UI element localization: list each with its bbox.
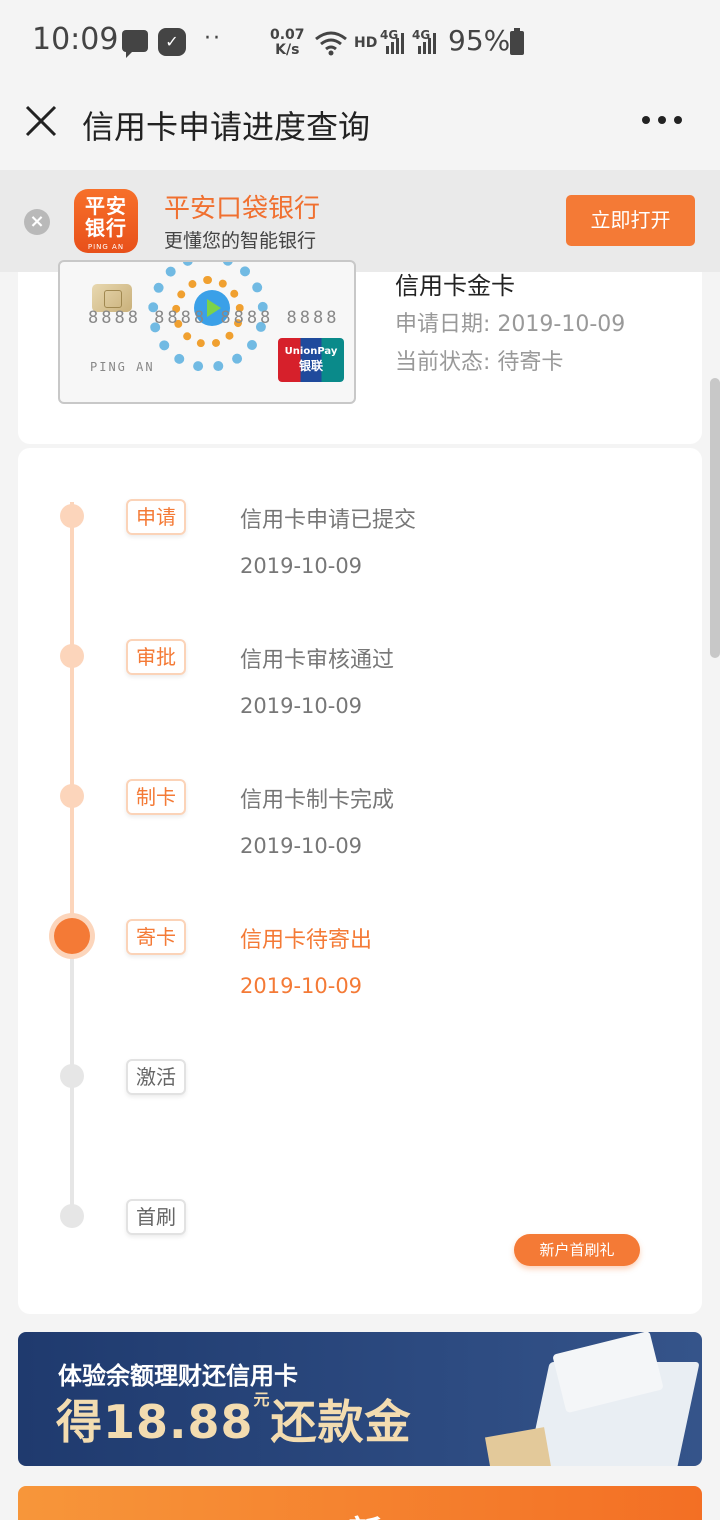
pingan-app-logo: 平安 银行 PING AN [74,189,138,253]
promo2-text: 新 [348,1506,382,1520]
banner-close-icon[interactable]: × [24,209,50,235]
timeline-step-tag: 审批 [126,639,186,675]
unionpay-cn: 银联 [298,359,323,373]
timeline-step-tag: 申请 [126,499,186,535]
signal-icon-1: 4G [380,28,410,60]
logo-text-sub: PING AN [87,243,125,251]
timeline-step-desc: 信用卡制卡完成 [240,788,395,813]
more-notifications-icon: ·· [204,26,222,51]
unionpay-en: UnionPay [284,346,338,357]
promo-prefix: 得 [56,1395,103,1449]
logo-text-line1: 平安 [85,194,127,218]
apply-date: 申请日期: 2019-10-09 [395,312,626,337]
new-user-gift-button[interactable]: 新户首刷礼 [514,1234,640,1266]
timeline-step-date: 2019-10-09 [240,974,363,998]
network-speed: 0.07 K/s [270,28,305,58]
notification-check-icon: ✓ [158,28,186,56]
close-icon[interactable] [24,104,58,138]
signal-label-2: 4G [412,28,431,42]
timeline-step: 激活 [18,1022,702,1162]
promo-amount: 18.88 [103,1395,254,1449]
timeline-step-date: 2019-10-09 [240,554,363,578]
app-download-banner: × 平安 银行 PING AN 平安口袋银行 更懂您的智能银行 立即打开 [0,170,720,272]
timeline-step-tag: 首刷 [126,1199,186,1235]
network-speed-unit: K/s [275,42,300,58]
timeline-step-desc: 信用卡申请已提交 [240,508,417,533]
scrollbar[interactable] [710,378,720,658]
more-menu-icon[interactable] [640,116,684,126]
title-bar: 信用卡申请进度查询 [0,88,720,170]
timeline-dot-icon [60,1204,84,1228]
timeline-step-desc: 信用卡审核通过 [240,648,395,673]
card-holder: PING AN [90,360,155,374]
promo-banner-new[interactable]: 新 [18,1486,702,1520]
timeline-dot-icon [60,504,84,528]
timeline-step-desc: 信用卡待寄出 [240,928,373,953]
status-bar: 10:09 ✓ ·· 0.07 K/s HD 4G 4G 95% [0,0,720,88]
credit-card-image: 8888 8888 8888 8888 PING AN UnionPay 银联 [58,260,356,404]
timeline-step-tag: 寄卡 [126,919,186,955]
card-info-section: 8888 8888 8888 8888 PING AN UnionPay 银联 … [18,260,702,444]
wifi-icon [315,31,347,56]
open-app-button[interactable]: 立即打开 [566,195,695,246]
app-subtitle: 更懂您的智能银行 [164,230,317,252]
timeline-dot-icon [60,1064,84,1088]
signal-label-1: 4G [380,28,399,42]
page-title: 信用卡申请进度查询 [82,108,371,146]
timeline-dot-icon [60,784,84,808]
timeline-step: 申请 信用卡申请已提交 2019-10-09 [18,462,702,602]
current-status: 当前状态: 待寄卡 [395,350,564,375]
unionpay-logo-icon: UnionPay 银联 [278,338,344,382]
timeline-step-date: 2019-10-09 [240,834,363,858]
timeline-step-tag: 激活 [126,1059,186,1095]
timeline-dot-icon [54,918,90,954]
timeline-step: 寄卡 信用卡待寄出 2019-10-09 [18,882,702,1022]
timeline-step-date: 2019-10-09 [240,694,363,718]
signal-icon-2: 4G [412,28,442,60]
promo-suffix: 还款金 [270,1395,412,1449]
logo-text-line2: 银行 [85,216,127,240]
network-speed-value: 0.07 [270,27,305,43]
card-number: 8888 8888 8888 8888 [88,308,340,328]
hd-indicator: HD [354,35,378,51]
card-title: 信用卡金卡 [395,272,515,300]
message-icon [122,30,148,58]
battery-icon [510,28,524,55]
promo-tag-graphic [484,1427,552,1466]
battery-percent: 95% [448,24,511,57]
promo-unit: 元 [253,1390,271,1409]
progress-timeline: 申请 信用卡申请已提交 2019-10-09 审批 信用卡审核通过 2019-10-09 制… [18,448,702,1314]
app-name: 平安口袋银行 [164,194,321,224]
timeline-dot-icon [60,644,84,668]
timeline-step: 审批 信用卡审核通过 2019-10-09 [18,602,702,742]
timeline-step: 首刷 [18,1162,702,1302]
promo-banner-repayment[interactable]: 体验余额理财还信用卡 得18.88元还款金 [18,1332,702,1466]
timeline-step: 制卡 信用卡制卡完成 2019-10-09 [18,742,702,882]
status-time: 10:09 [32,22,119,57]
promo-line2: 得18.88元还款金 [56,1386,412,1452]
timeline-step-tag: 制卡 [126,779,186,815]
